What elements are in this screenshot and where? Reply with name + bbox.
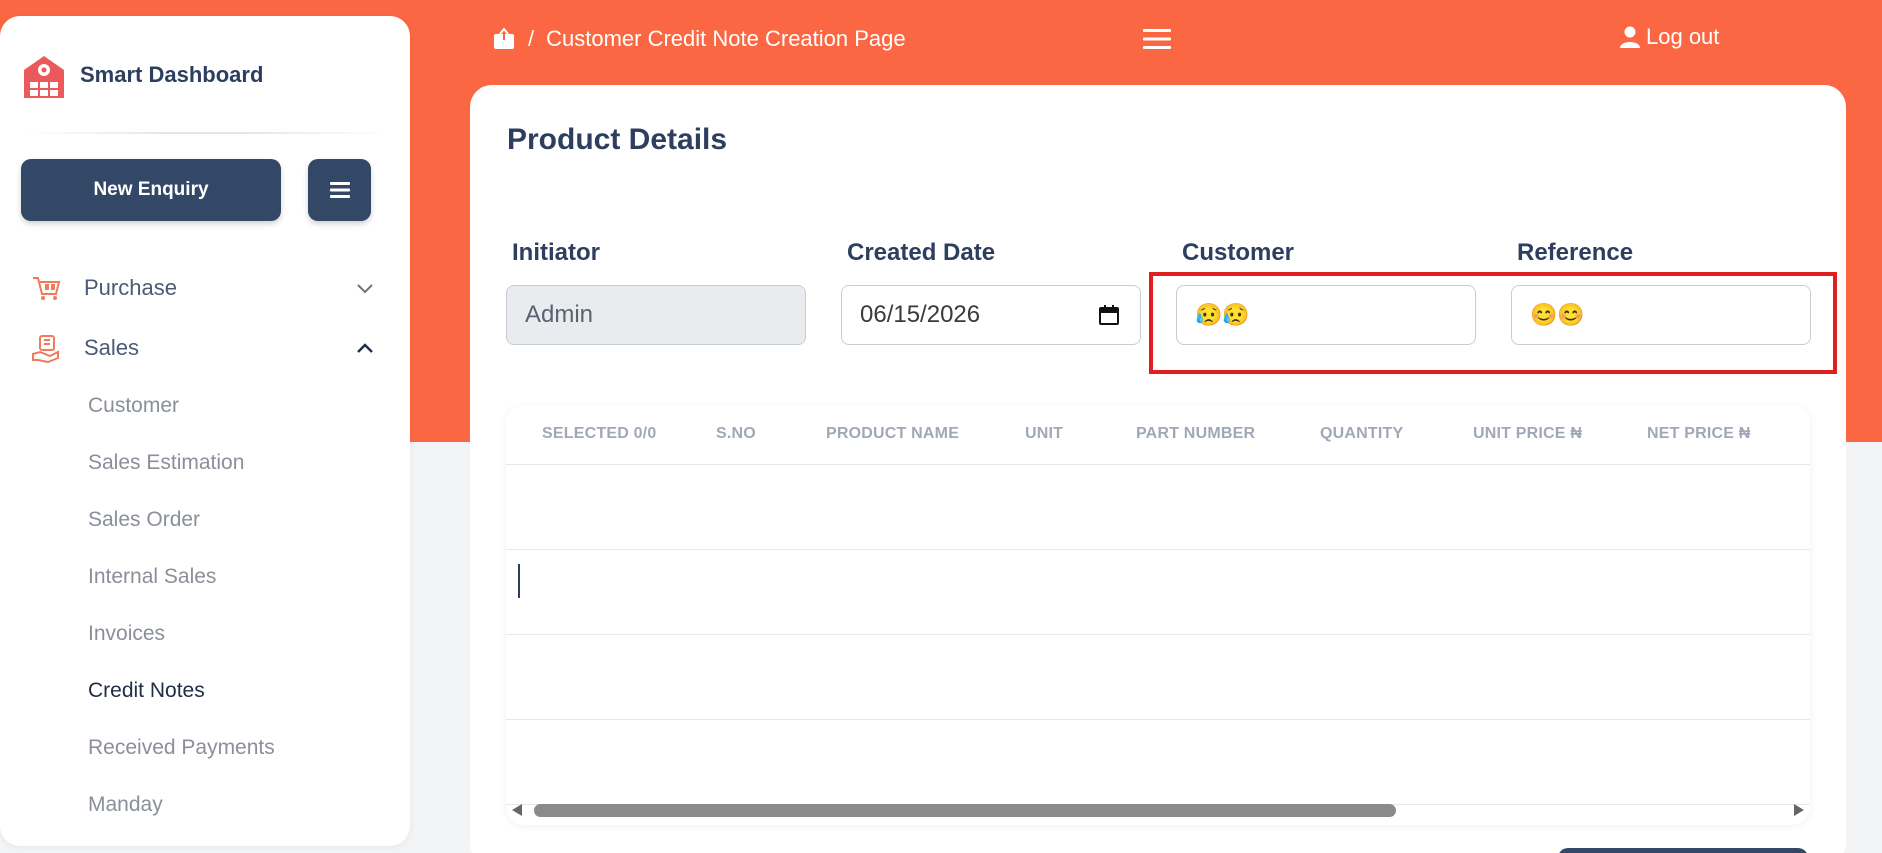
sidebar-item-customer[interactable]: Customer [88, 394, 179, 418]
sidebar-item-manday[interactable]: Manday [88, 793, 163, 817]
text-cursor [518, 564, 520, 598]
breadcrumb-separator: / [528, 26, 535, 51]
customer-value: 😥😥 [1195, 302, 1250, 327]
chevron-up-icon [357, 343, 373, 353]
table-row [506, 465, 1810, 550]
reference-label: Reference [1517, 239, 1634, 266]
new-enquiry-button[interactable]: New Enquiry [21, 159, 281, 221]
column-header[interactable]: SELECTED 0/0 [542, 425, 656, 443]
initiator-value: Admin [525, 301, 594, 328]
warehouse-icon [24, 56, 64, 98]
table-row [506, 635, 1810, 720]
breadcrumb-current: Customer Credit Note Creation Page [546, 26, 906, 51]
column-header[interactable]: PART NUMBER [1136, 425, 1255, 443]
shopping-cart-icon [33, 277, 61, 300]
table-header: SELECTED 0/0 S.NO PRODUCT NAME UNIT PART… [506, 405, 1810, 465]
sidebar: Smart Dashboard New Enquiry Purchase Sal… [0, 16, 410, 846]
hamburger-icon [329, 182, 350, 198]
column-header[interactable]: NET PRICE ₦ [1647, 425, 1751, 443]
logout-button[interactable]: Log out [1620, 24, 1719, 50]
calendar-icon[interactable] [1098, 304, 1120, 326]
sidebar-item-sales[interactable]: Sales [30, 328, 380, 368]
breadcrumb: / Customer Credit Note Creation Page [492, 26, 906, 52]
table-horizontal-scrollbar[interactable] [506, 798, 1810, 822]
submit-button[interactable] [1558, 848, 1808, 853]
chevron-down-icon [357, 284, 373, 294]
sidebar-item-invoices[interactable]: Invoices [88, 622, 165, 646]
table-row [506, 720, 1810, 805]
column-header[interactable]: QUANTITY [1320, 425, 1403, 443]
user-icon [1620, 26, 1640, 48]
hamburger-icon[interactable] [1143, 28, 1171, 50]
initiator-field: Admin [506, 285, 806, 345]
sidebar-item-label: Purchase [84, 275, 177, 300]
brand-divider [24, 132, 390, 134]
sidebar-menu-button[interactable] [308, 159, 371, 221]
reference-value: 😊😊 [1530, 302, 1585, 327]
created-date-label: Created Date [847, 239, 996, 266]
product-table: SELECTED 0/0 S.NO PRODUCT NAME UNIT PART… [506, 405, 1810, 825]
scroll-left-icon[interactable] [512, 804, 522, 816]
sidebar-item-purchase[interactable]: Purchase [30, 268, 380, 308]
scroll-right-icon[interactable] [1794, 804, 1804, 816]
sidebar-item-received-payments[interactable]: Received Payments [88, 736, 275, 760]
brand[interactable]: Smart Dashboard [20, 50, 263, 100]
sales-hand-icon [32, 335, 59, 364]
sidebar-item-credit-notes[interactable]: Credit Notes [88, 679, 205, 703]
page-title: Product Details [507, 123, 728, 156]
created-date-field[interactable]: 06/15/2026 [841, 285, 1141, 345]
column-header[interactable]: PRODUCT NAME [826, 425, 959, 443]
brand-name: Smart Dashboard [80, 62, 264, 87]
scroll-thumb[interactable] [534, 804, 1396, 817]
column-header[interactable]: S.NO [716, 425, 756, 443]
customer-input[interactable]: 😥😥 [1176, 285, 1476, 345]
sidebar-item-sales-order[interactable]: Sales Order [88, 508, 200, 532]
sidebar-item-label: Sales [84, 335, 140, 360]
created-date-value: 06/15/2026 [860, 301, 981, 328]
reference-input[interactable]: 😊😊 [1511, 285, 1811, 345]
product-details-card: Product Details Initiator Admin Created … [470, 85, 1846, 853]
customer-label: Customer [1182, 239, 1295, 266]
table-row [506, 550, 1810, 635]
sidebar-item-internal-sales[interactable]: Internal Sales [88, 565, 216, 589]
box-icon[interactable] [492, 28, 516, 50]
column-header[interactable]: UNIT [1025, 425, 1063, 443]
column-header[interactable]: UNIT PRICE ₦ [1473, 425, 1582, 443]
initiator-label: Initiator [512, 239, 600, 266]
logout-label: Log out [1646, 24, 1720, 49]
sidebar-item-sales-estimation[interactable]: Sales Estimation [88, 451, 244, 475]
